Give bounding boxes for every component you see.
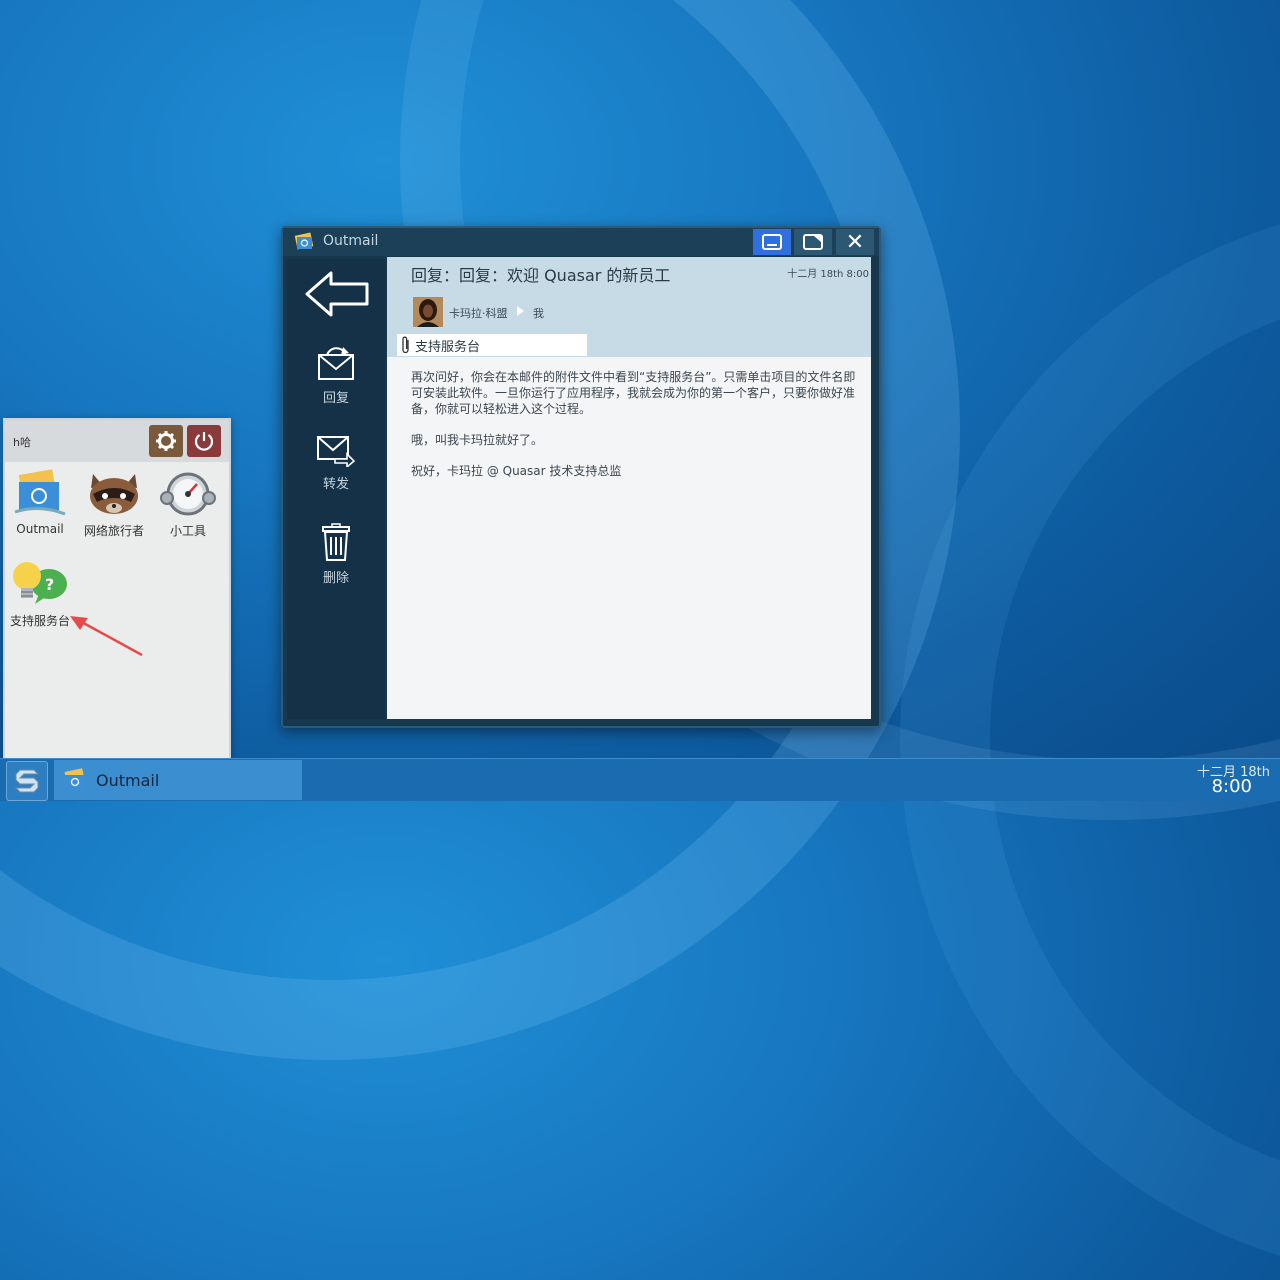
minimize-icon xyxy=(762,234,782,250)
start-menu-header: h哈 xyxy=(5,420,229,462)
mail-paragraph: 再次问好，你会在本邮件的附件文件中看到“支持服务台”。只需单击项目的文件名即可安… xyxy=(411,370,856,416)
window-titlebar[interactable]: Outmail ✕ xyxy=(283,228,879,256)
mail-app-icon xyxy=(294,232,314,250)
minimize-button[interactable] xyxy=(753,229,791,255)
mail-header: 回复：回复：欢迎 Quasar 的新员工 十二月 18th 8:00 卡玛拉·科… xyxy=(387,257,871,357)
attachment-chip[interactable]: 支持服务台 xyxy=(397,334,587,356)
mail-window: Outmail ✕ 回复 转发 删除 回复：回复：欢迎 Quasar 的新员工 … xyxy=(281,226,881,728)
maximize-icon xyxy=(803,234,823,250)
attachment-label: 支持服务台 xyxy=(415,339,481,355)
recipient-arrow-icon xyxy=(517,306,524,316)
app-tile-outmail[interactable]: Outmail xyxy=(5,468,75,536)
taskbar-item-outmail[interactable]: Outmail xyxy=(54,760,302,800)
avatar xyxy=(413,297,443,327)
power-button[interactable] xyxy=(187,425,221,457)
delete-button[interactable]: 删除 xyxy=(287,523,385,586)
mail-body: 再次问好，你会在本邮件的附件文件中看到“支持服务台”。只需单击项目的文件名即可安… xyxy=(411,369,867,494)
mail-sidebar: 回复 转发 删除 xyxy=(287,259,385,719)
app-tile-label: 网络旅行者 xyxy=(83,524,144,538)
reply-label: 回复 xyxy=(322,391,349,406)
forward-button[interactable]: 转发 xyxy=(287,435,385,492)
mail-app-icon xyxy=(14,469,66,516)
power-icon xyxy=(194,432,214,451)
sender-name: 卡玛拉·科盟 xyxy=(449,307,508,320)
reply-icon xyxy=(318,347,354,380)
close-button[interactable]: ✕ xyxy=(836,229,874,255)
mail-paragraph: 祝好，卡玛拉 @ Quasar 技术支持总监 xyxy=(411,464,622,478)
app-tile-label: Outmail xyxy=(16,522,64,536)
maximize-button[interactable] xyxy=(794,229,832,255)
user-name: h哈 xyxy=(13,436,31,449)
sender-avatar-icon xyxy=(413,297,443,327)
mail-paragraph: 哦，叫我卡玛拉就好了。 xyxy=(411,433,544,447)
start-button[interactable] xyxy=(6,761,48,801)
paperclip-icon xyxy=(402,336,409,354)
mail-date: 十二月 18th 8:00 xyxy=(787,269,869,280)
delete-label: 删除 xyxy=(322,571,349,586)
annotation-arrow xyxy=(70,616,143,657)
settings-button[interactable] xyxy=(149,425,183,457)
raccoon-browser-icon xyxy=(90,474,138,514)
close-icon: ✕ xyxy=(845,229,865,255)
taskbar: Outmail 十二月 18th 8:00 xyxy=(0,758,1280,801)
wallpaper-wave xyxy=(900,200,1280,1280)
forward-label: 转发 xyxy=(322,477,349,492)
mail-subject: 回复：回复：欢迎 Quasar 的新员工 xyxy=(411,266,671,285)
forward-icon xyxy=(317,436,355,467)
start-logo-icon xyxy=(14,769,40,793)
app-tile-browser[interactable]: 网络旅行者 xyxy=(79,468,149,539)
back-arrow-icon[interactable] xyxy=(303,269,371,319)
app-tile-label: 支持服务台 xyxy=(9,614,70,628)
trash-icon xyxy=(322,523,350,561)
mail-app-icon xyxy=(64,768,86,790)
recipient-name: 我 xyxy=(533,307,544,320)
taskbar-item-label: Outmail xyxy=(96,770,160,790)
svg-text:?: ? xyxy=(45,575,54,594)
reply-button[interactable]: 回复 xyxy=(287,343,385,406)
gauge-tools-icon xyxy=(160,472,216,516)
window-title: Outmail xyxy=(323,233,379,249)
app-tile-tools[interactable]: 小工具 xyxy=(153,468,223,539)
gear-icon xyxy=(156,431,176,451)
clock-time: 8:00 xyxy=(1211,776,1252,797)
mail-content: 回复：回复：欢迎 Quasar 的新员工 十二月 18th 8:00 卡玛拉·科… xyxy=(387,257,871,719)
app-tile-label: 小工具 xyxy=(169,524,206,538)
start-menu: h哈 Outmail 网络旅行者 小工具 ? 支持服务台 xyxy=(3,418,231,762)
helpdesk-bulb-icon: ? xyxy=(13,562,67,604)
